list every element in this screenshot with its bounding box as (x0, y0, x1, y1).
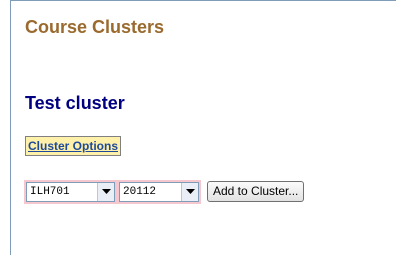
term-select-value: 20112 (123, 186, 157, 198)
cluster-options-link[interactable]: Cluster Options (25, 136, 122, 156)
term-select-highlight: 20112 (117, 180, 201, 204)
course-select-value: ILH701 (30, 186, 70, 198)
chevron-down-icon[interactable] (181, 183, 198, 201)
add-to-cluster-button[interactable]: Add to Cluster... (207, 181, 305, 202)
chevron-down-icon[interactable] (97, 183, 114, 201)
course-select[interactable]: ILH701 (26, 182, 115, 202)
page-title: Course Clusters (25, 17, 165, 37)
course-select-highlight: ILH701 (24, 180, 117, 204)
cluster-title: Test cluster (25, 93, 125, 113)
term-select[interactable]: 20112 (119, 182, 199, 202)
